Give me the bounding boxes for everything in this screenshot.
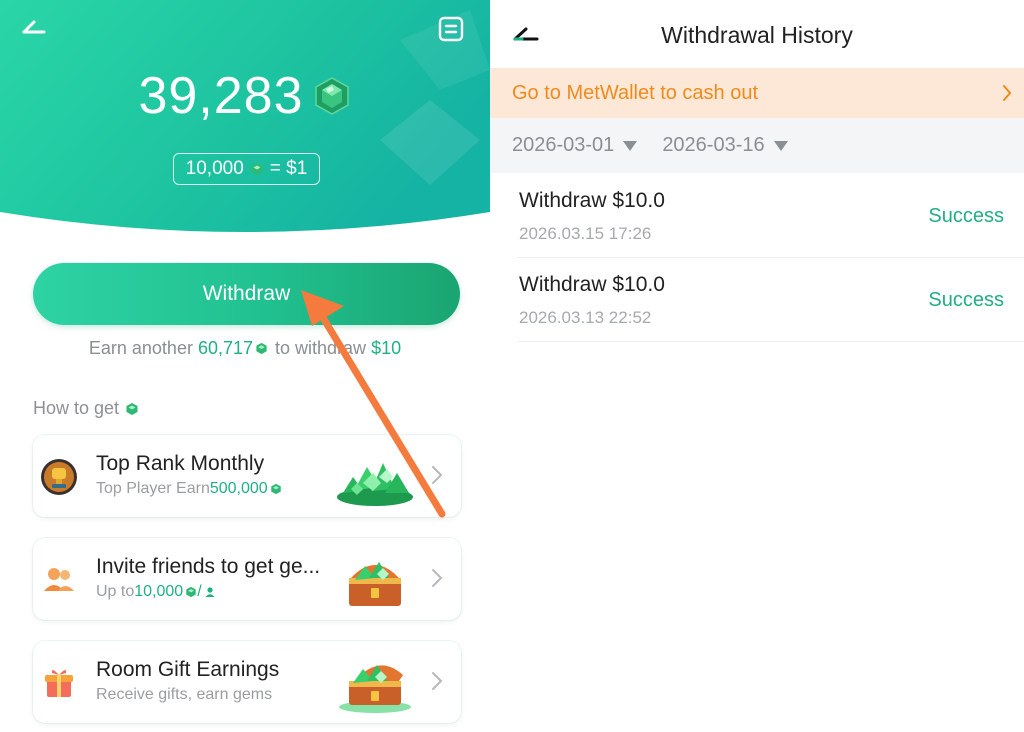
page-title: Withdrawal History	[661, 22, 853, 48]
withdrawal-record[interactable]: Withdraw $10.0 2026.03.15 17:26 Success	[518, 174, 1024, 258]
wallet-header: 39,283 10,000 = $1	[0, 0, 490, 240]
end-date: 2026-03-16	[662, 134, 765, 156]
gem-icon	[186, 586, 196, 598]
withdrawal-history-panel: Withdrawal History Go to MetWallet to ca…	[490, 0, 1024, 732]
dropdown-triangle-icon	[623, 140, 638, 151]
record-title: Withdraw $10.0	[519, 189, 665, 212]
history-header: Withdrawal History	[490, 0, 1024, 68]
top-rank-monthly-card[interactable]: Top Rank Monthly Top Player Earn 500,000	[33, 435, 461, 517]
friends-icon	[44, 568, 74, 591]
slash-separator: /	[197, 583, 202, 600]
card-title: Top Rank Monthly	[96, 452, 265, 475]
record-date: 2026.03.13 22:52	[519, 308, 652, 327]
earn-prefix: Earn another	[88, 338, 198, 358]
end-date-dropdown[interactable]: 2026-03-16	[662, 134, 788, 157]
card-subtitle: Top Player Earn 500,000	[96, 480, 282, 498]
card-sub-prefix: Top Player Earn	[96, 480, 210, 497]
start-date-dropdown[interactable]: 2026-03-01	[512, 134, 638, 157]
earn-amount: 60,717	[197, 338, 254, 358]
chevron-right-icon	[432, 466, 443, 484]
chevron-right-icon	[432, 672, 443, 690]
rate-dollars: = $1	[269, 158, 308, 179]
invite-friends-card[interactable]: Invite friends to get ge... Up to 10,000…	[33, 538, 461, 620]
howto-label: How to get	[33, 398, 120, 418]
treasure-chest-icon	[349, 562, 401, 606]
card-subtitle: Receive gifts, earn gems	[96, 686, 272, 704]
card-title: Room Gift Earnings	[96, 658, 280, 681]
person-icon	[205, 587, 215, 597]
record-status: Success	[928, 289, 1004, 311]
balance-row: 39,283	[0, 66, 490, 126]
exchange-rate-badge: 10,000 = $1	[173, 153, 320, 185]
earn-middle: to withdraw	[270, 338, 372, 358]
treasure-chest-icon	[339, 665, 411, 713]
trophy-avatar-icon	[41, 459, 77, 495]
metwallet-cashout-banner[interactable]: Go to MetWallet to cash out	[490, 68, 1024, 118]
gem-icon	[256, 342, 267, 355]
date-filter-bar: 2026-03-01 2026-03-16	[490, 118, 1024, 173]
history-menu-icon[interactable]	[438, 16, 464, 42]
gem-icon	[270, 483, 281, 495]
gift-box-icon	[45, 669, 73, 697]
gem-balance: 39,283	[138, 67, 304, 125]
gem-pile-icon	[337, 463, 413, 506]
back-button[interactable]	[512, 25, 540, 45]
how-to-get-heading: How to get	[33, 398, 139, 419]
chevron-right-icon	[1003, 85, 1012, 101]
card-title: Invite friends to get ge...	[96, 555, 321, 578]
back-button[interactable]	[20, 18, 48, 38]
gem-icon	[314, 77, 349, 115]
withdrawal-record[interactable]: Withdraw $10.0 2026.03.13 22:52 Success	[518, 258, 1024, 342]
card-sub-amount: 500,000	[209, 480, 268, 497]
card-subtitle: Up to 10,000 /	[96, 583, 216, 601]
earn-target: $10	[371, 338, 402, 358]
rate-gems: 10,000	[185, 158, 244, 179]
wallet-panel: 39,283 10,000 = $1 Withdraw Earn another…	[0, 0, 490, 732]
record-title: Withdraw $10.0	[519, 273, 665, 296]
start-date: 2026-03-01	[512, 134, 615, 156]
chevron-right-icon	[432, 569, 443, 587]
card-sub-prefix: Receive gifts, earn gems	[96, 686, 273, 703]
gem-icon	[126, 402, 138, 415]
dropdown-triangle-icon	[773, 140, 788, 151]
record-date: 2026.03.15 17:26	[519, 224, 652, 243]
gem-icon	[251, 163, 263, 175]
card-sub-prefix: Up to	[96, 583, 135, 600]
banner-text: Go to MetWallet to cash out	[512, 81, 759, 104]
withdraw-button[interactable]: Withdraw	[33, 263, 460, 325]
room-gift-earnings-card[interactable]: Room Gift Earnings Receive gifts, earn g…	[33, 641, 461, 723]
earn-more-hint: Earn another 60,717 to withdraw $10	[0, 338, 490, 359]
record-status: Success	[928, 205, 1004, 227]
card-sub-amount: 10,000	[134, 583, 184, 600]
